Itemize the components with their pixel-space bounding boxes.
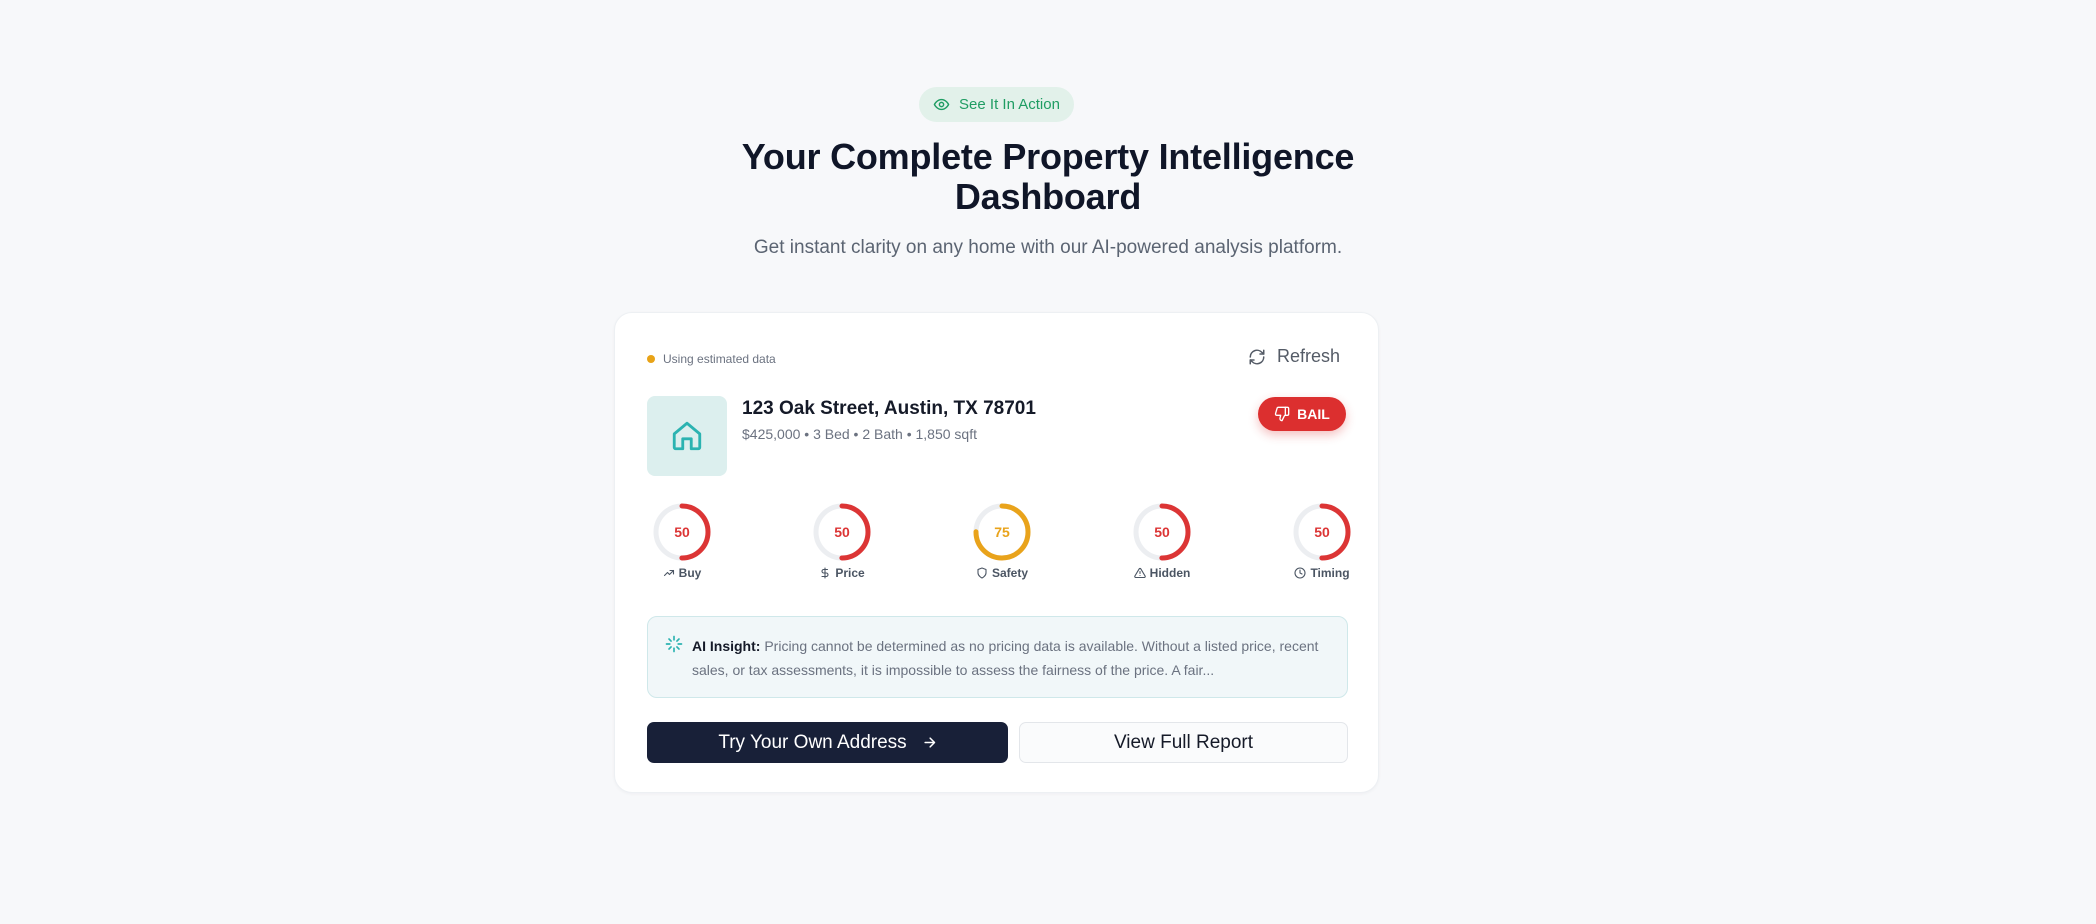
status-dot [647,355,655,363]
ai-insight-box: AI Insight: Pricing cannot be determined… [647,616,1348,698]
score-label-price: Price [807,566,877,580]
property-address: 123 Oak Street, Austin, TX 78701 [742,398,1036,419]
try-address-button[interactable]: Try Your Own Address [647,722,1008,763]
score-ring-safety: 75 [973,503,1031,561]
dollar-icon [821,567,829,579]
score-ring-price: 50 [813,503,871,561]
score-hidden: 50 Hidden [1127,501,1197,580]
score-label-timing: Timing [1287,566,1357,580]
score-label-text: Safety [991,566,1029,580]
warning-icon [1133,567,1146,579]
title-line-2: Dashboard [954,176,1142,217]
property-details: $425,000 • 3 Bed • 2 Bath • 1,850 sqft [742,426,977,442]
status-text: Using estimated data [663,352,776,366]
thumbs-down-icon [1275,406,1290,422]
see-it-in-action-badge: See It In Action [919,87,1074,122]
score-ring-buy: 50 [653,503,711,561]
score-label-text: Buy [678,566,702,580]
house-icon [672,421,702,451]
property-thumbnail [647,396,727,476]
score-ring-hidden: 50 [1133,503,1191,561]
score-gauges: 50 Buy 50 Price 75 Safety 50 Hidden 50 Timing [647,501,1351,581]
trending-up-icon [663,569,674,577]
insight-text: Pricing cannot be determined as no prici… [692,638,1319,678]
score-label-safety: Safety [967,566,1037,580]
arrow-right-icon [924,737,935,748]
score-ring-timing: 50 [1293,503,1351,561]
svg-text:50: 50 [834,524,850,540]
score-timing: 50 Timing [1287,501,1357,580]
try-address-label: Try Your Own Address [718,731,907,753]
data-status: Using estimated data [647,352,776,366]
title-line-1: Your Complete Property Intelligence [741,136,1355,177]
insight-heading: AI Insight: [692,638,761,654]
svg-text:50: 50 [1154,524,1170,540]
view-full-report-button[interactable]: View Full Report [1019,722,1348,763]
verdict-label: BAIL [1297,406,1330,422]
badge-label: See It In Action [959,96,1060,113]
eye-icon [933,98,950,111]
refresh-icon [1249,349,1265,364]
score-label-text: Price [835,566,865,580]
page-title: Your Complete Property Intelligence Dash… [548,137,1548,217]
score-price: 50 Price [807,501,877,580]
svg-text:50: 50 [1314,524,1330,540]
score-label-buy: Buy [647,566,717,580]
shield-icon [977,567,987,579]
sparkles-icon [665,635,683,653]
score-label-text: Hidden [1149,566,1191,580]
page-subtitle: Get instant clarity on any home with our… [753,237,1343,258]
refresh-label: Refresh [1276,346,1340,366]
score-label-text: Timing [1310,566,1350,580]
svg-text:50: 50 [674,524,690,540]
svg-text:75: 75 [994,524,1010,540]
score-label-hidden: Hidden [1127,566,1197,580]
verdict-badge: BAIL [1258,397,1346,431]
view-report-label: View Full Report [1113,731,1254,753]
refresh-button[interactable]: Refresh [1248,346,1340,367]
score-safety: 75 Safety [967,501,1037,580]
score-buy: 50 Buy [647,501,717,580]
clock-icon [1294,567,1306,579]
property-dashboard-card: Using estimated data Refresh 123 Oak Str… [614,312,1379,793]
